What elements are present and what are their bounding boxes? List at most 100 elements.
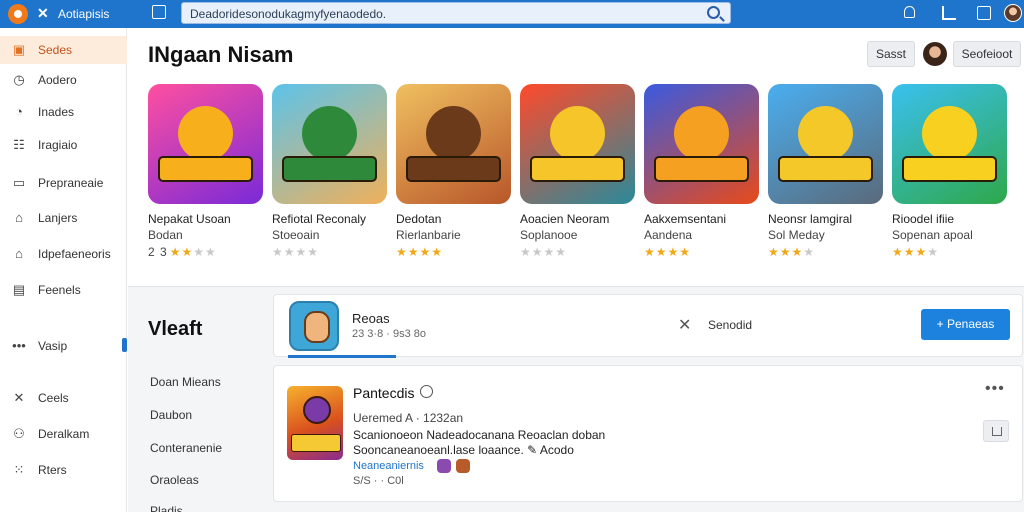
user-avatar[interactable] [1004, 4, 1022, 22]
star-icon: ★ [396, 245, 408, 259]
sidebar-item-sedes[interactable]: ▣ Sedes [0, 36, 127, 64]
clock-icon: ◷ [13, 72, 25, 87]
edit-icon[interactable] [942, 6, 956, 20]
game-card[interactable]: Nepakat Usoan Bodan 2 3 ★★★★ [148, 84, 266, 259]
game-thumbnail[interactable] [396, 84, 511, 204]
game-card[interactable]: Rioodel ifiie Sopenan apoal ★★★★ [892, 84, 1010, 259]
add-button-label: Penaeas [946, 317, 995, 331]
game-card[interactable]: Dedotan Rierlanbarie ★★★★ [396, 84, 514, 259]
notification-icon[interactable] [904, 6, 915, 18]
game-thumbnail[interactable] [287, 386, 343, 460]
game-card[interactable]: Aoacien Neoram Soplanooe ★★★★ [520, 84, 638, 259]
game-card[interactable]: Refiotal Reconaly Stoeoain ★★★★ [272, 84, 390, 259]
window-icon[interactable] [152, 5, 166, 19]
game-logo-art [282, 156, 377, 182]
game-meta: 23 3·8 · 9s3 8o [352, 328, 426, 340]
header-button-1[interactable]: Sasst [867, 41, 915, 67]
sidebar-item-label: Deralkam [38, 427, 90, 441]
game-logo-art [902, 156, 997, 182]
game-thumbnail[interactable] [520, 84, 635, 204]
character-art [302, 106, 357, 161]
add-button[interactable]: + Penaeas [921, 309, 1010, 340]
active-tab-underline [288, 355, 396, 358]
header-button-2[interactable]: Seofeioot [953, 41, 1021, 67]
star-icon: ★ [667, 245, 680, 259]
star-icon: ★ [779, 245, 792, 259]
home-outline-icon: ⌂ [15, 246, 23, 261]
game-logo-art [654, 156, 749, 182]
sidebar-item-label: Idpefaeneoris [38, 247, 111, 261]
character-art [922, 106, 977, 161]
game-card-name: Dedotan [396, 212, 442, 226]
sidebar-item-label: Inades [38, 105, 75, 119]
sidebar-item-label: Vasip [38, 339, 68, 353]
sidebar-item-idpefaeneoris[interactable]: ⌂ Idpefaeneoris [0, 240, 127, 268]
menu-item[interactable]: Doan Mieans [150, 375, 221, 389]
game-card-subtitle: Bodan [148, 228, 183, 242]
more-options-icon[interactable]: ••• [985, 380, 1005, 398]
star-icon: ★ [295, 245, 308, 259]
game-title: Pantecdis [353, 385, 415, 401]
game-card-name: Rioodel ifiie [892, 212, 955, 226]
game-thumbnail[interactable] [272, 84, 387, 204]
sidebar-item-label: Lanjers [38, 211, 78, 225]
star-icon: ★ [193, 245, 205, 259]
game-logo-art [158, 156, 253, 182]
rating-text: 2 3 [148, 245, 168, 259]
star-icon: ★ [431, 245, 444, 259]
menu-item[interactable]: Conteranenie [150, 441, 222, 455]
game-description: Scanionoeon Nadeadocanana Reoaclan doban… [353, 428, 606, 457]
sidebar-item-lanjers[interactable]: ⌂ Lanjers [0, 204, 127, 232]
app-logo-icon[interactable] [8, 4, 28, 24]
sidebar: ▣ Sedes ◷ Aodero ◔ Inades ☷ Iragiaio ▭ P… [0, 28, 127, 512]
avatar[interactable] [923, 42, 947, 66]
sidebar-item-rters[interactable]: ⁙ Rters [0, 456, 127, 484]
star-icon: ★ [307, 245, 320, 259]
info-icon[interactable] [420, 385, 433, 398]
star-icon: ★ [283, 245, 296, 259]
star-icon: ★ [543, 245, 556, 259]
list-icon: ☷ [13, 137, 25, 152]
delete-icon[interactable] [983, 420, 1009, 442]
star-icon: ★ [791, 245, 804, 259]
more-dots-icon: ••• [12, 338, 26, 353]
star-icon: ★ [181, 245, 194, 259]
game-thumbnail[interactable] [644, 84, 759, 204]
star-icon: ★ [169, 245, 182, 259]
game-card-name: Neonsr lamgiral [768, 212, 853, 226]
menu-item[interactable]: Oraoleas [150, 473, 199, 487]
game-thumbnail[interactable] [148, 84, 263, 204]
sidebar-item-aodero[interactable]: ◷ Aodero [0, 66, 127, 94]
game-card[interactable]: Aakxemsentani Aandena ★★★★ [644, 84, 762, 259]
search-input[interactable]: Deadoridesonodukagmyfyenaodedo. [181, 2, 731, 24]
history-icon: ◔ [15, 104, 23, 119]
window-toggle-icon[interactable] [977, 6, 991, 20]
character-art [798, 106, 853, 161]
sidebar-item-vasip[interactable]: ••• Vasip [0, 332, 127, 360]
game-footer: S/S · · C0l [353, 475, 404, 487]
star-icon: ★ [768, 245, 780, 259]
close-icon[interactable]: ✕ [37, 5, 49, 22]
menu-item[interactable]: Daubon [150, 408, 192, 422]
game-logo-art [530, 156, 625, 182]
sidebar-item-feenels[interactable]: ▤ Feenels [0, 276, 127, 304]
grid-icon: ⁙ [13, 462, 25, 477]
sidebar-item-iragiaio[interactable]: ☷ Iragiaio [0, 131, 127, 159]
sidebar-item-inades[interactable]: ◔ Inades [0, 98, 127, 126]
sidebar-item-label: Prepraneaie [38, 176, 104, 190]
search-icon[interactable] [707, 6, 720, 19]
game-thumbnail[interactable] [892, 84, 1007, 204]
sidebar-item-prepraneaie[interactable]: ▭ Prepraneaie [0, 169, 127, 197]
sidebar-item-deralkam[interactable]: ⚇ Deralkam [0, 420, 127, 448]
status-text: Senodid [708, 318, 753, 332]
active-marker [122, 338, 127, 352]
sidebar-item-ceels[interactable]: ✕ Ceels [0, 384, 127, 412]
game-card-subtitle: Sol Meday [768, 228, 825, 242]
character-art [426, 106, 481, 161]
game-link[interactable]: Neaneaniernis [353, 460, 424, 472]
close-icon[interactable]: ✕ [678, 315, 691, 335]
menu-item[interactable]: Pladis [150, 504, 183, 512]
game-card[interactable]: Neonsr lamgiral Sol Meday ★★★★ [768, 84, 886, 259]
game-thumbnail[interactable] [768, 84, 883, 204]
people-icon: ⚇ [13, 426, 25, 441]
